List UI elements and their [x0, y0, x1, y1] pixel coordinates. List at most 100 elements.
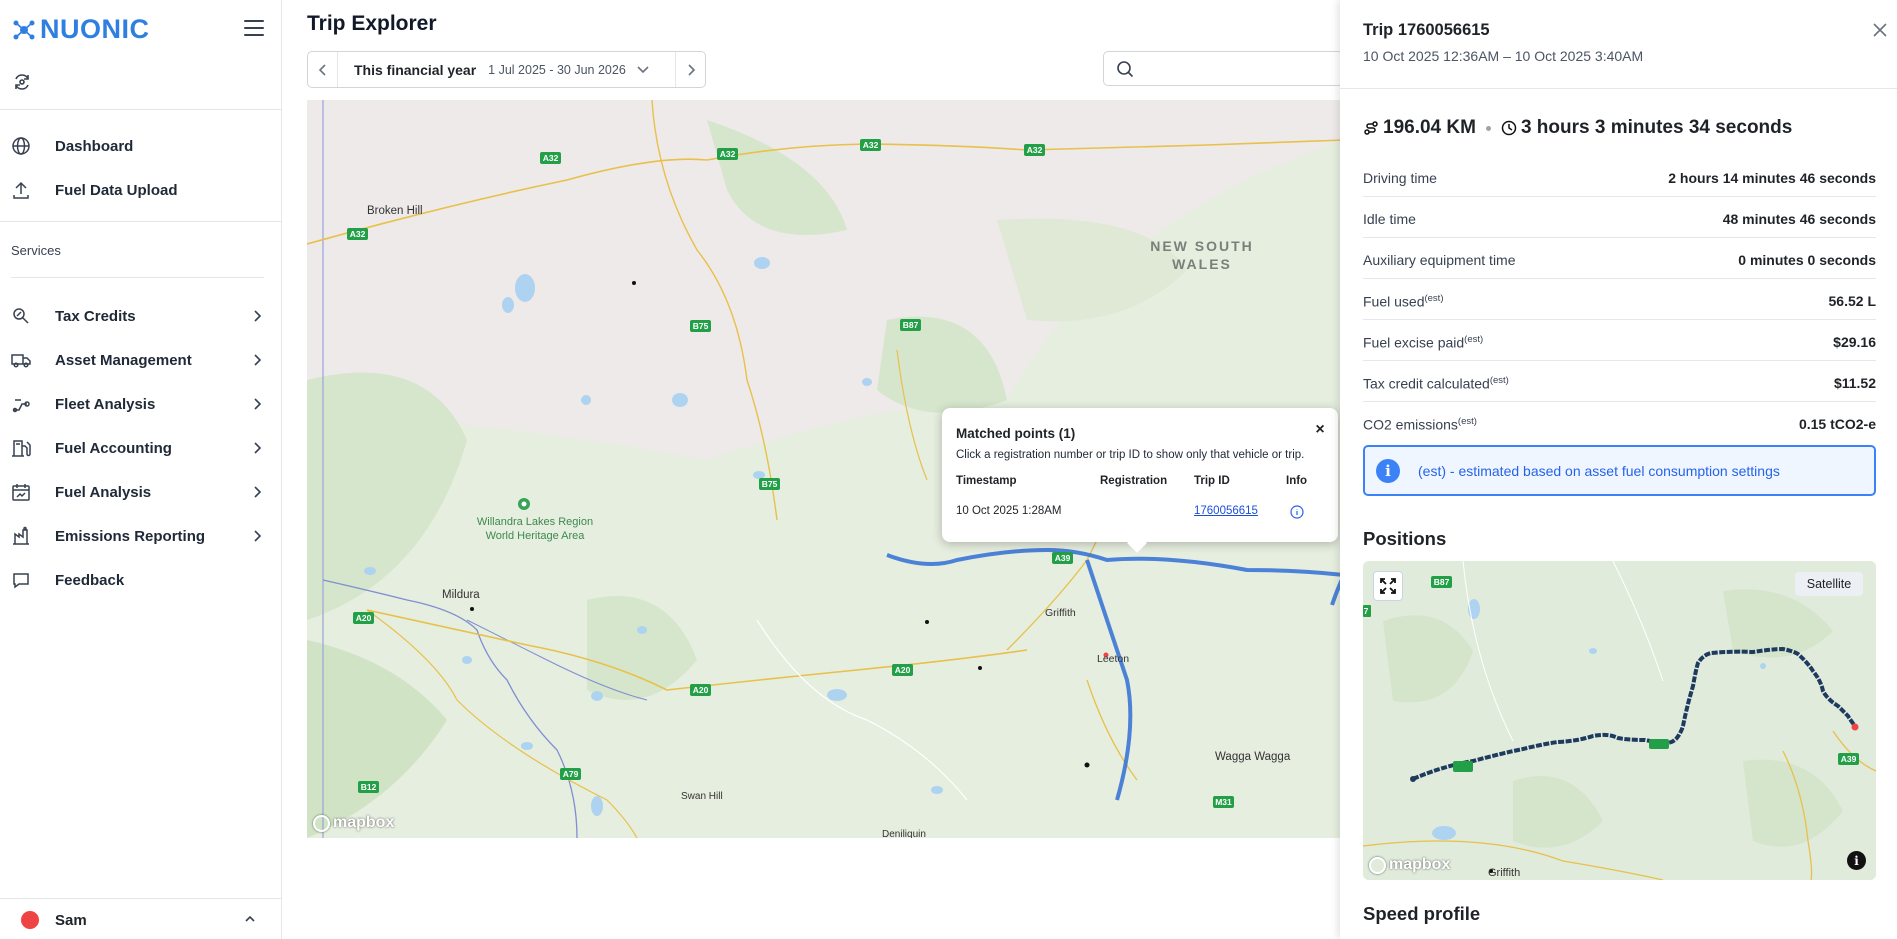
map-label: WALES	[1172, 256, 1232, 272]
attribution-text: mapbox	[333, 814, 395, 831]
search-input[interactable]	[1103, 51, 1343, 86]
map-label: Griffith	[1488, 867, 1520, 879]
page-title: Trip Explorer	[307, 12, 437, 35]
mapbox-attribution[interactable]: mapbox	[1369, 856, 1450, 874]
row-timestamp: 10 Oct 2025 1:28AM	[956, 505, 1062, 517]
sidebar-item-label: Fuel Analysis	[55, 483, 152, 501]
mapbox-attribution[interactable]: mapbox	[313, 814, 394, 832]
road-shield: 7	[1364, 606, 1369, 616]
calendar-chart-icon	[12, 484, 30, 501]
brand-name: NUONIC	[40, 14, 150, 44]
positions-map[interactable]: B87 7 A39 Griffith Satellite i mapbox	[1363, 561, 1876, 880]
road-shield: A32	[1027, 145, 1043, 155]
popup-description: Click a registration number or trip ID t…	[956, 449, 1305, 461]
menu-toggle-icon[interactable]	[244, 20, 264, 36]
map-info-icon[interactable]: i	[1847, 851, 1866, 870]
trip-distance: 196.04 KM	[1383, 117, 1476, 138]
column-header: Registration	[1100, 475, 1168, 487]
chevron-right-icon	[254, 310, 262, 322]
sidebar-item-tax-credits[interactable]: Tax Credits	[0, 296, 281, 336]
sidebar-item-feedback[interactable]: Feedback	[0, 560, 281, 600]
chevron-right-icon	[254, 442, 262, 454]
trip-time-range: 10 Oct 2025 12:36AM – 10 Oct 2025 3:40AM	[1363, 48, 1644, 64]
sidebar-item-label: Feedback	[55, 571, 125, 589]
chevron-down-icon[interactable]	[636, 65, 650, 75]
map-label: Wagga Wagga	[1215, 751, 1291, 763]
speed-profile-heading: Speed profile	[1363, 903, 1481, 924]
stat-value: 0 minutes 0 seconds	[1738, 252, 1876, 268]
user-menu[interactable]: Sam	[0, 898, 281, 939]
stat-label: Fuel used	[1363, 293, 1425, 310]
sidebar-item-emissions-reporting[interactable]: Emissions Reporting	[0, 516, 281, 556]
emissions-icon	[13, 526, 29, 545]
trip-detail-panel: Trip 1760056615 10 Oct 2025 12:36AM – 10…	[1340, 0, 1897, 939]
sidebar-item-label: Fuel Data Upload	[55, 181, 178, 199]
mapbox-logo-icon	[313, 814, 330, 832]
trip-id-link[interactable]: 1760056615	[1194, 505, 1258, 517]
user-name: Sam	[55, 912, 87, 929]
nuonic-logo-icon	[13, 20, 35, 39]
trip-duration: 3 hours 3 minutes 34 seconds	[1520, 117, 1793, 138]
stat-value: 56.52 L	[1828, 293, 1876, 309]
chevron-right-icon	[254, 530, 262, 542]
sidebar-item-dashboard[interactable]: Dashboard	[0, 126, 281, 166]
map-label: World Heritage Area	[486, 530, 586, 542]
fullscreen-button[interactable]	[1373, 571, 1403, 601]
map-label: Mildura	[442, 589, 480, 601]
stat-label: Driving time	[1363, 170, 1437, 186]
road-shield: A20	[693, 685, 709, 695]
tax-credit-icon	[13, 308, 29, 324]
expand-icon	[1380, 578, 1396, 594]
sidebar-item-label: Tax Credits	[55, 307, 136, 325]
chevron-left-icon	[318, 63, 326, 76]
matched-points-popup: Matched points (1) Click a registration …	[942, 408, 1338, 553]
road-shield: A79	[563, 769, 579, 779]
road-shield: A20	[895, 665, 911, 675]
map-label: Deniliquin	[882, 829, 926, 838]
sync-icon[interactable]	[12, 72, 32, 97]
sidebar-item-fuel-accounting[interactable]: Fuel Accounting	[0, 428, 281, 468]
road-shield: B75	[762, 479, 778, 489]
sidebar-item-fuel-data-upload[interactable]: Fuel Data Upload	[0, 170, 281, 210]
stat-value: 2 hours 14 minutes 46 seconds	[1668, 170, 1876, 186]
road-shield: A32	[720, 149, 736, 159]
road-shield: A32	[350, 229, 366, 239]
chat-icon	[13, 573, 29, 589]
info-text: (est) - estimated based on asset fuel co…	[1418, 463, 1780, 479]
chevron-up-icon	[245, 915, 255, 922]
prev-period-button[interactable]	[308, 52, 338, 87]
info-icon: i	[1376, 459, 1400, 483]
sidebar: NUONIC Dashboard Fuel Data Upload Servic…	[0, 0, 282, 939]
stat-label: CO2 emissions	[1363, 416, 1458, 433]
stat-value: $29.16	[1833, 334, 1876, 350]
stat-row: Fuel excise paid(est) $29.16	[1363, 320, 1876, 361]
search-icon	[1117, 61, 1134, 78]
road-shield: A20	[356, 613, 372, 623]
map-label: NEW SOUTH	[1150, 238, 1254, 254]
chevron-right-icon	[254, 486, 262, 498]
info-circle-icon[interactable]	[1290, 505, 1304, 519]
map-label: Willandra Lakes Region	[477, 516, 593, 528]
close-icon[interactable]: ×	[1309, 419, 1331, 441]
route-icon	[1364, 121, 1378, 135]
section-label-services: Services	[11, 243, 61, 258]
road-shield: B12	[361, 782, 377, 792]
brand-logo[interactable]: NUONIC	[12, 14, 150, 45]
globe-icon	[12, 137, 30, 155]
date-range-picker[interactable]: This financial year 1 Jul 2025 - 30 Jun …	[307, 51, 706, 88]
satellite-toggle-button[interactable]: Satellite	[1795, 572, 1863, 596]
sidebar-item-fleet-analysis[interactable]: Fleet Analysis	[0, 384, 281, 424]
sidebar-item-label: Fleet Analysis	[55, 395, 156, 413]
close-icon[interactable]	[1872, 22, 1888, 38]
minimap-canvas[interactable]: B87 7 A39 Griffith	[1363, 561, 1876, 880]
sidebar-item-fuel-analysis[interactable]: Fuel Analysis	[0, 472, 281, 512]
sidebar-item-asset-management[interactable]: Asset Management	[0, 340, 281, 380]
popup-title: Matched points (1)	[956, 426, 1076, 441]
road-shield: A32	[543, 153, 559, 163]
road-shield: A32	[863, 140, 879, 150]
divider	[0, 109, 281, 110]
next-period-button[interactable]	[675, 52, 705, 87]
trip-summary: 196.04 KM 3 hours 3 minutes 34 seconds	[1363, 117, 1792, 139]
upload-icon	[13, 181, 29, 199]
avatar	[21, 911, 39, 929]
